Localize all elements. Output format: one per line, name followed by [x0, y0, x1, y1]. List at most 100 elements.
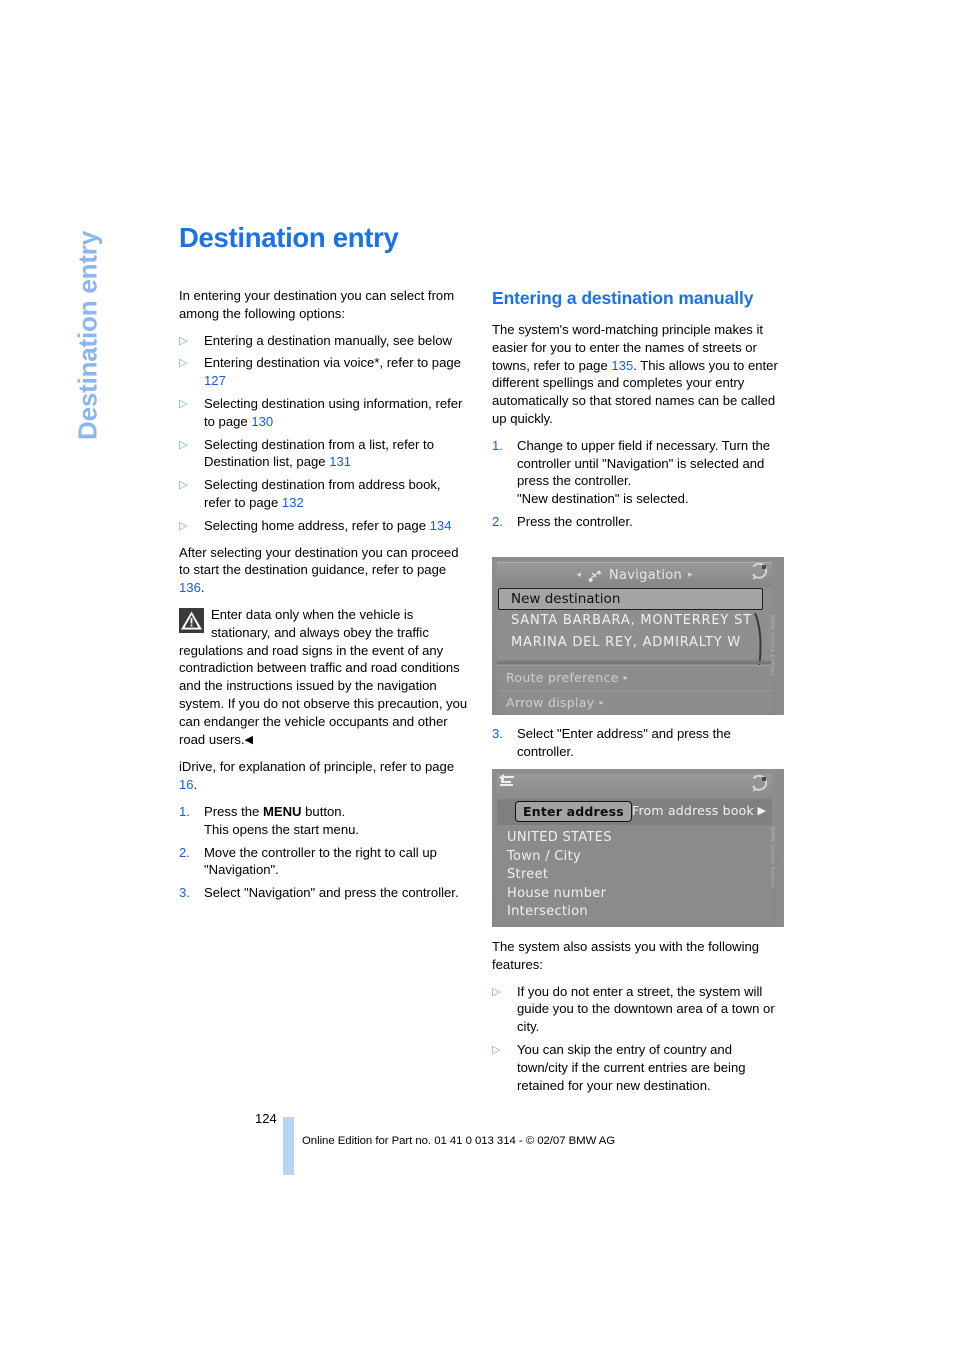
warning-triangle-icon — [179, 607, 204, 633]
menu-divider — [497, 661, 772, 664]
step-number: 3. — [179, 885, 190, 901]
right-column-step3: 3. Select "Enter address" and press the … — [492, 725, 784, 770]
left-steps-list: 1. Press the MENU button. This opens the… — [179, 803, 471, 902]
address-field-town-city[interactable]: Town / City — [497, 848, 772, 867]
step-subtext: This opens the start menu. — [204, 821, 360, 837]
idrive-controller-icon — [749, 774, 769, 794]
screenshot-canvas: Enter address From address book ▶ UNITED… — [492, 769, 777, 927]
footer-text: Online Edition for Part no. 01 41 0 013 … — [302, 1135, 616, 1147]
chevron-right-icon: ▸ — [623, 673, 628, 682]
right-steps-list: 1. Change to upper field if necessary. T… — [492, 437, 784, 531]
page-reference[interactable]: 131 — [329, 454, 351, 469]
back-arrow-icon[interactable] — [498, 773, 518, 789]
address-field-list: UNITED STATES Town / City Street House n… — [497, 826, 772, 922]
navigation-menu-screenshot: ◂ Navigation ▸ New destination SANTA BAR… — [492, 557, 784, 715]
step-item: 3. Select "Enter address" and press the … — [492, 725, 784, 761]
triangle-bullet-icon: ▷ — [179, 334, 188, 347]
step-text-post: button. — [301, 803, 346, 819]
page-reference[interactable]: 130 — [251, 414, 273, 429]
features-list: ▷ If you do not enter a street, the syst… — [492, 983, 784, 1095]
route-preference-row[interactable]: Route preference ▸ — [497, 665, 772, 689]
navigation-header-bar: ◂ Navigation ▸ — [497, 562, 772, 587]
list-item-text: Selecting destination from a list, refer… — [204, 436, 434, 470]
list-item-text: Entering a destination manually, see bel… — [204, 332, 452, 348]
list-item: ▷ Selecting destination from address boo… — [179, 476, 471, 512]
tab-from-address-book[interactable]: From address book — [632, 803, 754, 818]
address-tab-row: Enter address From address book ▶ — [497, 799, 772, 825]
route-preference-label: Route preference — [506, 670, 619, 685]
page-reference[interactable]: 136 — [179, 580, 201, 595]
step-item: 1. Change to upper field if necessary. T… — [492, 437, 784, 508]
page-reference[interactable]: 127 — [204, 373, 226, 388]
screenshot-watermark: BMW Online Edition — [769, 615, 775, 677]
chapter-side-tab-label: Destination entry — [72, 231, 103, 440]
tab-enter-address-label: Enter address — [523, 804, 624, 819]
after-selection-paragraph: After selecting your destination you can… — [179, 544, 471, 597]
right-column-bottom: The system also assists you with the fol… — [492, 938, 784, 1103]
address-top-bar — [497, 774, 772, 798]
address-field-street[interactable]: Street — [497, 866, 772, 885]
warning-block: Enter data only when the vehicle is stat… — [179, 606, 471, 749]
arrow-display-row[interactable]: Arrow display ▸ — [497, 690, 772, 714]
features-intro: The system also assists you with the fol… — [492, 939, 760, 972]
address-field-country[interactable]: UNITED STATES — [497, 829, 772, 848]
after-selection-text: After selecting your destination you can… — [179, 544, 459, 578]
tab-enter-address[interactable]: Enter address — [515, 801, 632, 822]
step-text: Press the controller. — [517, 513, 633, 529]
options-list: ▷ Entering a destination manually, see b… — [179, 332, 471, 535]
triangle-bullet-icon: ▷ — [179, 438, 188, 451]
screenshot-canvas: ◂ Navigation ▸ New destination SANTA BAR… — [492, 557, 777, 715]
step-item: 1. Press the MENU button. This opens the… — [179, 803, 471, 839]
intro-paragraph: In entering your destination you can sel… — [179, 288, 455, 321]
step-text: Change to upper field if necessary. Turn… — [517, 437, 771, 489]
list-item-text: Selecting home address, refer to page — [204, 517, 430, 533]
address-field-intersection[interactable]: Intersection — [497, 903, 772, 922]
manual-page: Destination entry Destination entry In e… — [0, 0, 954, 1351]
left-column: In entering your destination you can sel… — [179, 287, 471, 911]
next-arrow-icon[interactable]: ▸ — [688, 570, 693, 580]
enter-address-screenshot: Enter address From address book ▶ UNITED… — [492, 769, 784, 927]
list-item-text: You can skip the entry of country and to… — [517, 1041, 746, 1093]
address-field-house-number[interactable]: House number — [497, 885, 772, 904]
list-item: ▷ Entering destination via voice*, refer… — [179, 354, 471, 390]
idrive-text: iDrive, for explanation of principle, re… — [179, 759, 455, 775]
list-item: ▷ If you do not enter a street, the syst… — [492, 983, 784, 1036]
list-item-text: Entering destination via voice*, refer t… — [204, 355, 461, 371]
step-number: 1. — [179, 803, 190, 819]
new-destination-label: New destination — [511, 591, 621, 607]
list-item-text: Selecting destination from address book,… — [204, 477, 441, 510]
page-reference[interactable]: 16 — [179, 777, 194, 792]
step-text: Select "Enter address" and press the con… — [517, 726, 731, 759]
page-reference[interactable]: 132 — [282, 495, 304, 510]
triangle-bullet-icon: ▷ — [179, 479, 188, 492]
step-text: Move the controller to the right to call… — [204, 844, 437, 878]
new-destination-item[interactable]: New destination — [498, 588, 763, 610]
tab-next-arrow-icon[interactable]: ▶ — [758, 804, 766, 817]
recent-destination-item-1[interactable]: SANTA BARBARA, MONTERREY ST — [511, 613, 752, 628]
satellite-icon — [587, 568, 603, 583]
prev-arrow-icon[interactable]: ◂ — [576, 570, 581, 580]
list-item-text: Selecting destination using information,… — [204, 395, 463, 429]
step-number: 2. — [179, 844, 190, 860]
list-item: ▷ You can skip the entry of country and … — [492, 1041, 784, 1094]
step-text-pre: Press the — [204, 803, 263, 819]
page-title: Destination entry — [179, 222, 399, 253]
chapter-side-tab: Destination entry — [0, 220, 180, 480]
step-subtext: "New destination" is selected. — [517, 491, 689, 507]
idrive-controller-icon — [749, 562, 769, 582]
triangle-bullet-icon: ▷ — [492, 1043, 501, 1056]
navigation-list-box: New destination SANTA BARBARA, MONTERREY… — [497, 587, 772, 685]
manual-entry-intro: The system's word-matching principle mak… — [492, 321, 784, 428]
triangle-bullet-icon: ▷ — [179, 519, 188, 532]
arrow-display-label: Arrow display — [506, 695, 595, 710]
recent-destination-item-2[interactable]: MARINA DEL REY, ADMIRALTY W — [511, 635, 741, 650]
step-text-bold: MENU — [262, 803, 302, 819]
page-reference[interactable]: 135 — [611, 358, 633, 373]
step3-list: 3. Select "Enter address" and press the … — [492, 725, 784, 761]
step-item: 3. Select "Navigation" and press the con… — [179, 884, 471, 902]
triangle-bullet-icon: ▷ — [492, 985, 501, 998]
step-number: 2. — [492, 513, 503, 529]
page-reference[interactable]: 134 — [430, 518, 452, 533]
warning-text: Enter data only when the vehicle is stat… — [179, 606, 471, 749]
step-item: 2. Move the controller to the right to c… — [179, 844, 471, 880]
